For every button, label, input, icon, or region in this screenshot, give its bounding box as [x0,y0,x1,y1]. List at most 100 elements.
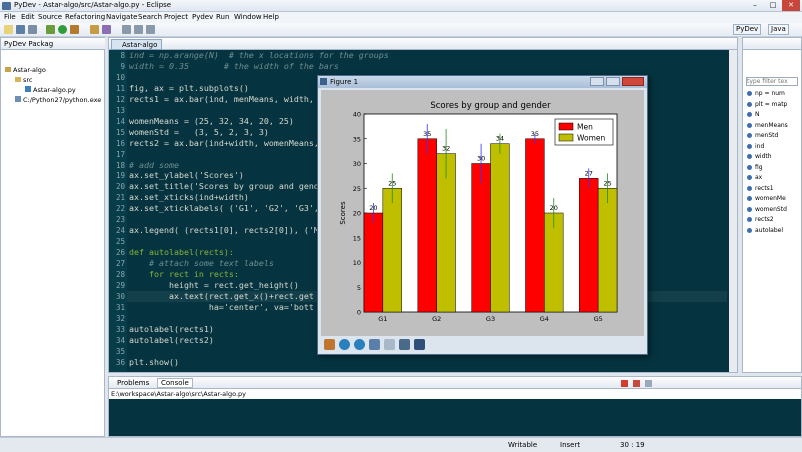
data-label: 32 [442,145,450,153]
minimize-button[interactable]: – [746,0,764,11]
outline-item[interactable]: womenStd [747,206,787,213]
menu-pydev[interactable]: Pydev [192,13,213,21]
outline-item[interactable]: ind [747,143,764,150]
open-type-icon[interactable] [90,25,99,34]
code-line: ax.set_xticks(ind+width) [129,192,249,203]
tree-item-interpreter[interactable]: C:/Python27/python.exe [15,96,101,104]
outline-item[interactable]: menMeans [747,122,788,129]
forward-arrow-icon[interactable] [354,339,365,350]
editor-tab-label: Astar-algo [122,41,158,49]
subplots-icon[interactable] [399,339,410,350]
y-axis-label: Scores [339,201,347,225]
tree-item-src[interactable]: src [15,76,33,84]
tree-item-project[interactable]: Astar-algo [5,66,46,74]
run-icon[interactable] [58,25,67,34]
outline-item[interactable]: width [747,153,772,160]
package-explorer-tab[interactable]: PyDev Packag [1,38,105,50]
editor-scrollbar[interactable] [729,50,737,372]
perspective-java[interactable]: Java [768,24,789,35]
outline-item[interactable]: menStd [747,132,778,139]
line-number: 36 [115,357,125,367]
remove-launch-icon[interactable] [633,380,640,387]
save-icon[interactable] [16,25,25,34]
menu-refactoring[interactable]: Refactoring [65,13,105,21]
outline-view: np = num plt = matp NmenMeans menStd ind widt… [742,37,802,373]
clear-console-icon[interactable] [645,380,652,387]
outline-item-label: plt = matp [755,100,788,108]
figure-window[interactable]: Figure 1 Scores by group and gender Score… [317,75,648,355]
outline-item[interactable]: womenMe [747,195,786,202]
outline-item[interactable]: N [747,111,760,118]
pan-icon[interactable] [369,339,380,350]
data-label: 35 [531,130,539,138]
tab-console[interactable]: Console [157,378,193,388]
next-annotation-icon[interactable] [122,25,131,34]
outline-item-label: menStd [755,132,779,139]
outline-item[interactable]: ax [747,174,762,181]
y-tick-label: 30 [353,160,361,168]
terminate-icon[interactable] [621,380,628,387]
line-number: 12 [115,94,125,104]
outline-item[interactable]: autolabel [747,227,783,234]
outline-item-label: womenMe [755,195,786,202]
home-icon[interactable] [324,339,335,350]
search-icon[interactable] [102,25,111,34]
menu-navigate[interactable]: Navigate [106,13,137,21]
menu-window[interactable]: Window [234,13,262,21]
figure-app-icon [320,78,327,85]
eclipse-icon [2,2,11,10]
chart-title: Scores by group and gender [430,101,551,111]
outline-filter-input[interactable] [746,77,798,86]
perspective-pydev[interactable]: PyDev [733,24,762,35]
bar-women [382,188,402,313]
code-line: # attach some text labels [129,258,274,269]
line-number: 13 [115,105,125,115]
external-tools-icon[interactable] [70,25,79,34]
line-number: 14 [115,116,125,126]
back-icon[interactable] [134,25,143,34]
menu-project[interactable]: Project [164,13,188,21]
print-icon[interactable] [28,25,37,34]
menu-help[interactable]: Help [263,13,279,21]
line-number: 24 [115,226,125,236]
bar-men [525,138,545,313]
figure-close-button[interactable] [622,77,644,86]
menu-edit[interactable]: Edit [21,13,35,21]
variable-icon [747,143,752,149]
menu-run[interactable]: Run [216,13,229,21]
library-icon [15,96,21,102]
y-tick-label: 10 [353,259,361,267]
close-button[interactable]: ✕ [782,0,800,11]
tree-item-file[interactable]: Astar-algo.py [25,86,76,94]
back-arrow-icon[interactable] [339,339,350,350]
new-icon[interactable] [4,25,13,34]
maximize-button[interactable]: □ [764,0,782,11]
status-cursor-position: 30 : 19 [620,441,645,449]
outline-item[interactable]: rects1 [747,185,774,192]
outline-item[interactable]: fig [747,164,763,171]
zoom-icon[interactable] [384,339,395,350]
bar-women [597,188,618,313]
code-line: ax.set_xticklabels( ('G1', 'G2', 'G3', [129,203,319,214]
line-number: 21 [115,193,125,203]
line-number: 8 [120,51,125,60]
line-number: 28 [115,270,125,279]
figure-maximize-button[interactable] [606,77,620,86]
save-figure-icon[interactable] [414,339,425,350]
forward-icon[interactable] [146,25,155,34]
tab-problems[interactable]: Problems [117,379,149,387]
figure-title-bar: Figure 1 [318,76,647,88]
outline-item[interactable]: np = num [747,90,785,97]
outline-item[interactable]: plt = matp [747,101,787,108]
line-number: 31 [115,302,125,312]
variable-icon [747,217,752,222]
figure-minimize-button[interactable] [590,77,604,86]
debug-icon[interactable] [46,25,55,34]
menu-source[interactable]: Source [38,13,62,21]
menu-search[interactable]: Search [138,13,162,21]
menu-file[interactable]: File [4,13,16,21]
bar-men [363,212,384,313]
outline-item[interactable]: rects2 [747,216,774,223]
editor-tab[interactable]: Astar-algo [111,39,163,50]
variable-icon [747,122,752,128]
